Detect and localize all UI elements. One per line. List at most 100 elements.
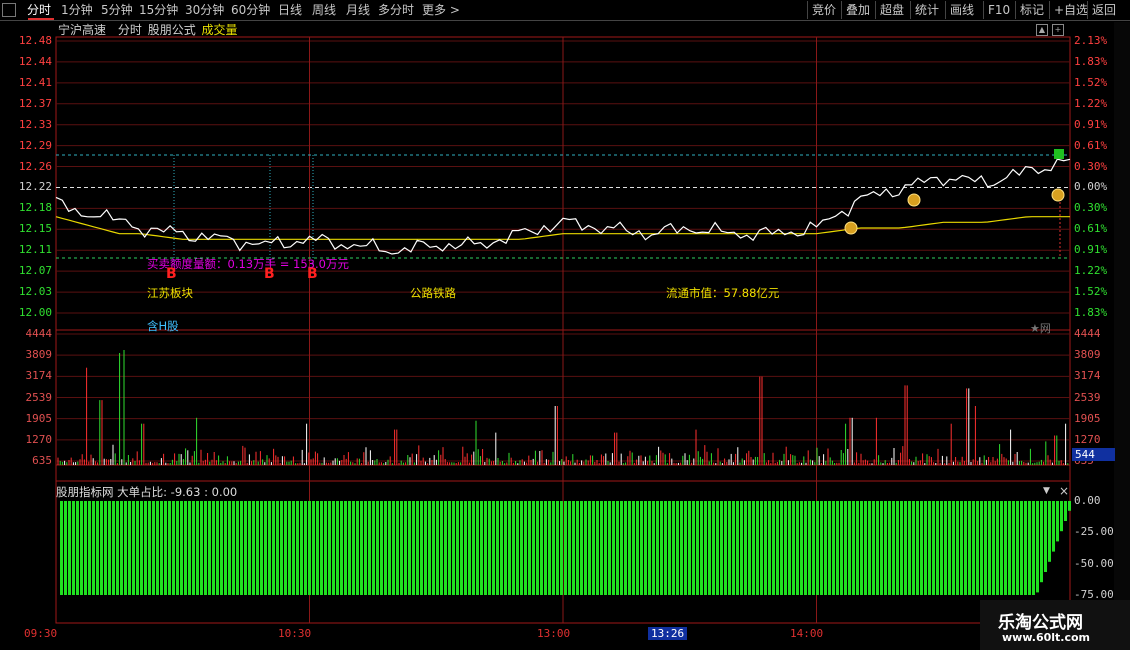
indicator-bar: [648, 501, 651, 595]
sector-label: 江苏板块: [147, 286, 193, 300]
stock-name: 宁沪高速: [58, 23, 107, 37]
indicator-bar: [360, 501, 363, 595]
indicator-bar: [112, 501, 115, 595]
indicator-bar: [996, 501, 999, 595]
indicator-bar: [504, 501, 507, 595]
indicator-bar: [932, 501, 935, 595]
toolbar-tab-9[interactable]: 多分时: [378, 2, 414, 18]
axis-label: 1.83%: [1074, 306, 1108, 319]
indicator-bar: [280, 501, 283, 595]
indicator-bar: [852, 501, 855, 595]
indicator-bar: [1016, 501, 1019, 595]
indicator-bar: [544, 501, 547, 595]
indicator-bar: [172, 501, 175, 595]
indicator-bar: [832, 501, 835, 595]
axis-label: 12.11: [18, 243, 52, 257]
chart-controls: ▲ +: [1036, 24, 1068, 36]
indicator-bar: [936, 501, 939, 595]
indicator-bar: [1000, 501, 1003, 595]
toolbar-tab-5[interactable]: 60分钟: [231, 2, 270, 18]
indicator-bar: [384, 501, 387, 595]
buy-marker-2: B: [264, 266, 275, 282]
indicator-bar: [876, 501, 879, 595]
time-label: 13:26: [648, 627, 688, 640]
indicator-bar: [820, 501, 823, 595]
toolbar-button-4[interactable]: 画线: [950, 2, 974, 18]
indicator-bar: [92, 501, 95, 595]
indicator-bar: [912, 501, 915, 595]
axis-label: 2539: [25, 390, 53, 404]
restore-icon[interactable]: ▲: [1036, 24, 1048, 36]
indicator-bar: [440, 501, 443, 595]
indicator-close-icon[interactable]: ×: [1059, 484, 1069, 498]
toolbar-button-7[interactable]: +自选: [1054, 2, 1088, 18]
toolbar-tab-3[interactable]: 15分钟: [139, 2, 178, 18]
indicator-bar: [920, 501, 923, 595]
indicator-bar: [156, 501, 159, 595]
axis-label: 0.30%: [1074, 201, 1108, 215]
toolbar-tab-2[interactable]: 5分钟: [101, 2, 133, 18]
indicator-bar: [476, 501, 479, 595]
chart-mode: 分时: [117, 23, 142, 37]
indicator-bar: [132, 501, 135, 595]
indicator-bar: [296, 501, 299, 595]
indicator-bar: [392, 501, 395, 595]
toolbar-tab-4[interactable]: 30分钟: [185, 2, 224, 18]
indicator-bar: [528, 501, 531, 595]
indicator-bar: [740, 501, 743, 595]
indicator-bar: [884, 501, 887, 595]
toolbar-button-3[interactable]: 统计: [915, 2, 939, 18]
indicator-bar: [728, 501, 731, 595]
indicator-bar: [368, 501, 371, 595]
indicator-bar: [304, 501, 307, 595]
toolbar-separator: [910, 1, 911, 19]
indicator-bar: [316, 501, 319, 595]
money-bag-icon: [907, 193, 921, 207]
axis-label: 0.00%: [1074, 180, 1108, 194]
indicator-bar: [808, 501, 811, 595]
toolbar-separator: [1049, 1, 1050, 19]
side-scroll-strip: [1114, 22, 1130, 622]
toolbar-button-8[interactable]: 返回: [1092, 2, 1116, 18]
indicator-bar: [412, 501, 415, 595]
indicator-menu-icon[interactable]: ▼: [1043, 486, 1050, 496]
indicator-bar: [100, 501, 103, 595]
indicator-bar: [136, 501, 139, 595]
indicator-bar: [892, 501, 895, 595]
toolbar-tab-0[interactable]: 分时: [27, 2, 51, 18]
toolbar-tab-7[interactable]: 周线: [312, 2, 336, 18]
indicator-bar: [720, 501, 723, 595]
indicator-bar: [252, 501, 255, 595]
toolbar-button-2[interactable]: 超盘: [880, 2, 904, 18]
axis-label: 0.91%: [1074, 243, 1108, 257]
indicator-bar: [188, 501, 191, 595]
indicator-bar: [244, 501, 247, 595]
toolbar-tab-6[interactable]: 日线: [278, 2, 302, 18]
indicator-bar: [584, 501, 587, 595]
axis-label: 12.03: [18, 285, 52, 299]
indicator-bar: [200, 501, 203, 595]
indicator-bar: [116, 501, 119, 595]
toolbar-button-0[interactable]: 竞价: [812, 2, 836, 18]
toolbar-tab-8[interactable]: 月线: [346, 2, 370, 18]
indicator-bar: [1052, 501, 1055, 552]
indicator-bar: [908, 501, 911, 595]
maximize-icon[interactable]: +: [1052, 24, 1064, 36]
indicator-bar: [576, 501, 579, 595]
axis-label: 2.13%: [1074, 34, 1108, 47]
toolbar-tab-10[interactable]: 更多 >: [422, 2, 460, 18]
toolbar-tab-1[interactable]: 1分钟: [61, 2, 93, 18]
indicator-bar: [240, 501, 243, 595]
indicator-bar: [1004, 501, 1007, 595]
indicator-bar: [704, 501, 707, 595]
indicator-bar: [824, 501, 827, 595]
indicator-bar: [516, 501, 519, 595]
toolbar-button-5[interactable]: F10: [988, 2, 1010, 18]
axis-label: 12.48: [18, 34, 52, 47]
toolbar-menu-toggle[interactable]: [2, 3, 16, 17]
indicator-bar: [1044, 501, 1047, 572]
toolbar-button-1[interactable]: 叠加: [846, 2, 870, 18]
indicator-bar: [840, 501, 843, 595]
indicator-bar: [556, 501, 559, 595]
toolbar-button-6[interactable]: 标记: [1020, 2, 1044, 18]
